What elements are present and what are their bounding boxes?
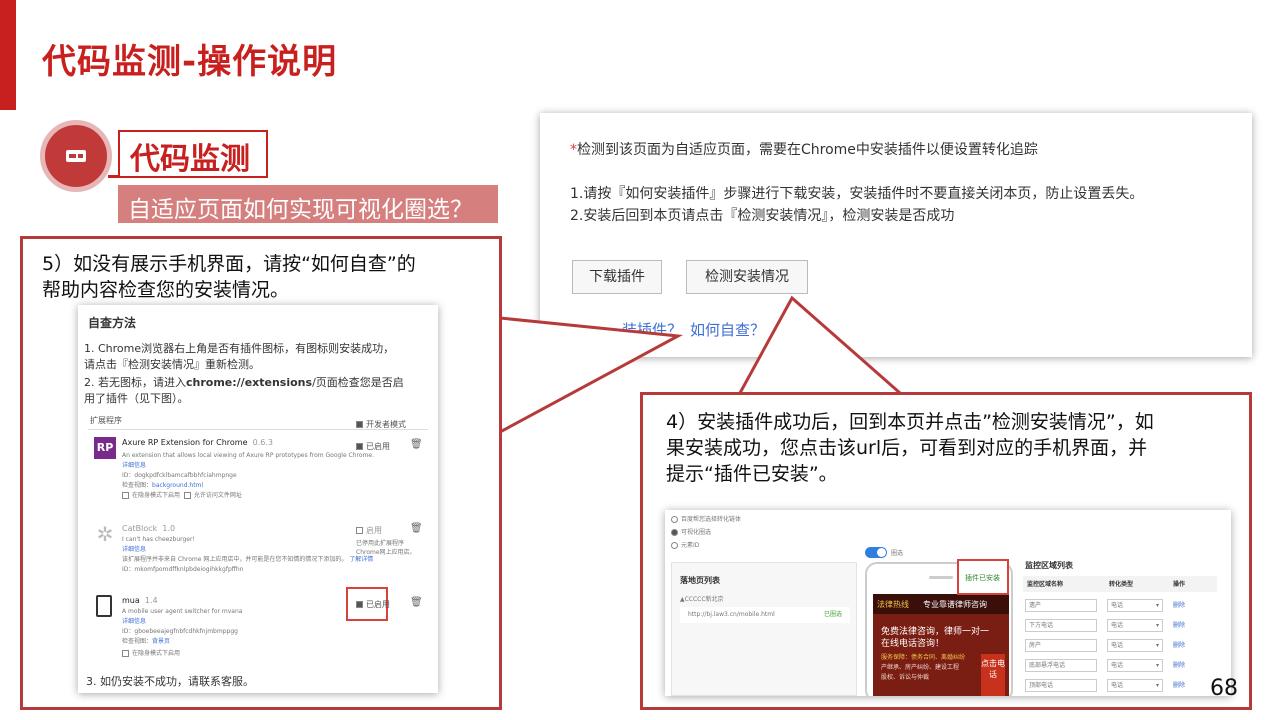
- row-type-select[interactable]: 电话 ▾: [1107, 599, 1163, 612]
- row-delete-link[interactable]: 删除: [1173, 621, 1185, 630]
- extension-enabled-checkbox[interactable]: 已启用: [356, 599, 390, 610]
- self-check-item1-line2: 请点击『检测安装情况』重新检测。: [84, 358, 260, 371]
- extension-id: ID：gboebeeajegfnbfcdhkfnjmbmppgg: [122, 628, 238, 635]
- table-row: 房产 电话 ▾ 删除: [1023, 636, 1217, 654]
- plugin-installed-label: 插件已安装: [965, 574, 1000, 582]
- extension-details-link[interactable]: 详细信息: [122, 461, 146, 470]
- table-row: 顶部电话 电话 ▾ 删除: [1023, 676, 1217, 694]
- col-op: 操作: [1173, 581, 1186, 588]
- phone-speaker: [929, 576, 953, 579]
- extension-axure: RP Axure RP Extension for Chrome 0.6.3 A…: [92, 437, 423, 503]
- self-check-panel: 自查方法 1. Chrome浏览器右上角是否有插件图标，有图标则安装成功， 请点…: [78, 305, 438, 693]
- row-delete-link[interactable]: 删除: [1173, 661, 1185, 670]
- extensions-header: 扩展程序: [90, 416, 122, 425]
- row-type-select[interactable]: 电话 ▾: [1107, 639, 1163, 652]
- extension-id: ID：dogkpdfcklbamcafbbhfciahmpnge: [122, 472, 237, 479]
- extension-desc: A mobile user agent switcher for mvana: [122, 608, 243, 615]
- right-callout-line-2: 果安装成功，您点击该url后，可看到对应的手机界面，并: [666, 437, 1148, 459]
- item2-suffix: /页面检查您是否启: [312, 376, 404, 389]
- row-delete-link[interactable]: 删除: [1173, 681, 1185, 690]
- extension-catblock: ✲ CatBlock 1.0 I can't has cheezburger! …: [92, 522, 423, 583]
- right-callout-line-1: 4）安装插件成功后，回到本页并点击”检测安装情况”，如: [666, 411, 1154, 433]
- extension-name: CatBlock 1.0: [122, 524, 176, 533]
- extension-enabled-checkbox[interactable]: 已启用: [356, 441, 390, 452]
- tree-item[interactable]: ▲CCCCC新北京: [680, 595, 724, 604]
- trash-icon[interactable]: 🗑: [410, 597, 423, 608]
- extension-enable-checkbox[interactable]: 启用: [356, 525, 382, 536]
- extension-name: Axure RP Extension for Chrome 0.6.3: [122, 438, 273, 447]
- phone-icon: [96, 595, 112, 617]
- row-delete-link[interactable]: 删除: [1173, 641, 1185, 650]
- banner-right: 专业靠谱律师咨询: [923, 600, 987, 609]
- toggle-label: 圈选: [891, 550, 904, 557]
- radio-element-id[interactable]: 元素ID: [671, 541, 699, 550]
- promo-small-1: 服务保障：债务合同、离婚纠纷: [881, 654, 966, 661]
- page-number: 68: [1210, 676, 1238, 701]
- puzzle-icon: ✲: [96, 522, 114, 546]
- url-status: 已圈选: [824, 611, 843, 618]
- extension-mua: mua 1.4 A mobile user agent switcher for…: [92, 587, 423, 658]
- trash-icon[interactable]: 🗑: [410, 523, 423, 534]
- extension-details-link[interactable]: 详细信息: [122, 617, 146, 626]
- plugin-installed-box: 插件已安装: [957, 559, 1009, 595]
- self-check-title: 自查方法: [88, 316, 137, 330]
- extension-desc: An extension that allows local viewing o…: [122, 452, 375, 459]
- promo-line-2: 在线电话咨询！: [881, 639, 945, 649]
- promo-small-3: 股权、诉讼与仲裁: [881, 674, 930, 681]
- extension-view: 检查视图：背景页: [122, 638, 171, 645]
- table-row: 下方电话 电话 ▾ 删除: [1023, 616, 1217, 634]
- self-check-item1-line1: 1. Chrome浏览器右上角是否有插件图标，有图标则安装成功，: [84, 342, 395, 355]
- select-toggle[interactable]: [865, 547, 887, 558]
- axure-rp-icon: RP: [94, 437, 116, 459]
- monitor-table-title: 监控区域列表: [1025, 561, 1073, 570]
- right-callout-line-3: 提示“插件已安装”。: [666, 463, 838, 485]
- extension-details-link[interactable]: 详细信息: [122, 545, 146, 554]
- col-name: 监控区域名称: [1027, 581, 1064, 588]
- self-check-item2-line1: 2. 若无图标，请进入chrome://extensions/页面检查您是否启: [84, 375, 404, 391]
- row-name-input[interactable]: 顶部电话: [1025, 679, 1097, 692]
- extension-options[interactable]: 在隐身模式下启用 允许访问文件网址: [122, 491, 242, 500]
- phone-screen: 法律热线 专业靠谱律师咨询 免费法律咨询，律师一对一 在线电话咨询！ 服务保障：…: [873, 594, 1009, 696]
- left-callout-line-1: 5）如没有展示手机界面，请按“如何自查”的: [42, 253, 416, 275]
- row-name-input[interactable]: 房产: [1025, 639, 1097, 652]
- page-list-title: 落地页列表: [680, 576, 720, 585]
- self-check-item2-line2: 用了插件（见下图）。: [84, 392, 189, 405]
- extension-id: ID：mkomfpomdffknlpbdeiogihkkgfpffhn: [122, 566, 244, 573]
- extension-incognito-option[interactable]: 在隐身模式下启用: [122, 649, 180, 658]
- monitor-table: 监控区域名称 转化类型 操作 遗产 电话 ▾ 删除 下方电话 电话 ▾ 删除 房产 电话 ▾ 删除 底部…: [1023, 576, 1217, 696]
- extensions-url: chrome://extensions: [186, 376, 313, 389]
- radio-auto[interactable]: 百度帮您选择转化链体: [671, 515, 741, 524]
- table-header: 监控区域名称 转化类型 操作: [1023, 576, 1217, 592]
- extension-disabled-note: 已停用此扩展程序Chrome网上应用店。: [356, 540, 416, 556]
- url-text: http://bj.law3.cn/mobile.html: [688, 611, 775, 618]
- banner-left: 法律热线: [877, 600, 909, 609]
- mobile-preview-panel: 百度帮您选择转化链体 可视化圈选 元素ID 落地页列表 ▲CCCCC新北京 ht…: [665, 510, 1231, 696]
- promo-small-2: 产继承、房产纠纷、建设工程: [881, 664, 960, 671]
- divider: [88, 429, 428, 430]
- page-list-panel: 落地页列表 ▲CCCCC新北京 http://bj.law3.cn/mobile…: [671, 562, 857, 696]
- col-type: 转化类型: [1109, 581, 1134, 588]
- phone-banner: 法律热线 专业靠谱律师咨询: [873, 594, 1009, 614]
- row-name-input[interactable]: 底部悬浮电话: [1025, 659, 1097, 672]
- row-type-select[interactable]: 电话 ▾: [1107, 619, 1163, 632]
- extension-desc: I can't has cheezburger!: [122, 536, 195, 543]
- row-name-input[interactable]: 遗产: [1025, 599, 1097, 612]
- trash-icon[interactable]: 🗑: [410, 439, 423, 450]
- item2-prefix: 2. 若无图标，请进入: [84, 376, 186, 389]
- table-row: 遗产 电话 ▾ 删除: [1023, 596, 1217, 614]
- extension-view: 检查视图：background.html: [122, 482, 204, 489]
- row-type-select[interactable]: 电话 ▾: [1107, 679, 1163, 692]
- url-row[interactable]: http://bj.law3.cn/mobile.html 已圈选: [680, 607, 850, 623]
- right-callout-tail: [738, 295, 901, 395]
- row-name-input[interactable]: 下方电话: [1025, 619, 1097, 632]
- radio-visual[interactable]: 可视化圈选: [671, 528, 711, 537]
- extension-name: mua 1.4: [122, 596, 158, 605]
- left-callout-line-2: 帮助内容检查您的安装情况。: [42, 279, 290, 301]
- call-button[interactable]: 点击电话: [981, 654, 1005, 696]
- table-row: 底部悬浮电话 电话 ▾ 删除: [1023, 656, 1217, 674]
- self-check-item3: 3. 如仍安装不成功，请联系客服。: [86, 675, 254, 688]
- extension-note: 该扩展程序并非来自 Chrome 网上应用店中，并可能是在您不知情的情况下添加的…: [122, 556, 374, 563]
- row-delete-link[interactable]: 删除: [1173, 601, 1185, 610]
- row-type-select[interactable]: 电话 ▾: [1107, 659, 1163, 672]
